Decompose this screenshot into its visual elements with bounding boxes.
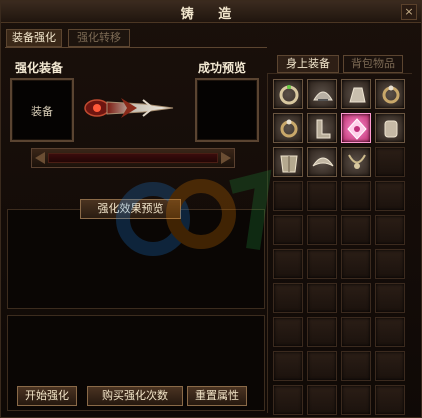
enhance-effect-panel [7,209,265,309]
bracelet-icon [279,85,299,105]
inventory-cell[interactable] [341,147,371,177]
tab-bag-items[interactable]: 背包物品 [343,55,403,73]
success-preview-label: 成功预览 [198,61,247,75]
weapon-icon [84,98,174,118]
inventory-cell[interactable] [273,215,303,245]
inventory-cell[interactable] [375,385,405,415]
boots-icon [316,119,331,139]
inventory-cell[interactable] [307,79,337,109]
enhance-progress-bar [31,148,235,168]
bracer-icon [384,120,398,138]
title-bar: 铸 造 × [1,1,421,23]
inventory-cell[interactable] [341,351,371,381]
progress-track [48,153,218,163]
tab-divider [5,47,267,48]
inventory-cell[interactable] [273,113,303,143]
armor-icon [280,155,298,173]
tab-worn-equipment[interactable]: 身上装备 [277,55,339,73]
inventory-cell[interactable] [341,79,371,109]
inventory-cell[interactable] [307,317,337,347]
necklace-icon [348,154,366,169]
inventory-cell[interactable] [307,283,337,313]
inventory-cell[interactable] [375,283,405,313]
forge-window: 铸 造 × 装备强化 强化转移 强化装备 成功预览 装备 强化效果预览 开始强化… [0,0,422,418]
inventory-cell[interactable] [375,113,405,143]
enhance-effect-title: 强化效果预览 [80,199,181,219]
amulet-icon [347,118,367,140]
preview-slot [195,78,259,142]
shoulder-icon [312,157,334,167]
inventory-cell[interactable] [375,351,405,381]
inventory-cell[interactable] [341,113,371,143]
window-title: 铸 造 [180,7,242,22]
ring-icon [280,119,298,138]
helmet-icon [313,91,333,101]
inventory-cell[interactable] [273,317,303,347]
start-enhance-button[interactable]: 开始强化 [17,386,77,406]
inventory-cell[interactable] [341,249,371,279]
inventory-cell[interactable] [341,283,371,313]
inventory-cell[interactable] [375,181,405,211]
tab-equipment-enhance[interactable]: 装备强化 [6,29,62,47]
inventory-cell[interactable] [273,147,303,177]
ring-icon [382,85,400,104]
inventory-cell[interactable] [307,147,337,177]
inventory-cell[interactable] [273,385,303,415]
inventory-cell[interactable] [307,351,337,381]
enhance-equipment-label: 强化装备 [15,61,64,75]
inventory-cell[interactable] [375,317,405,347]
inventory-cell[interactable] [341,317,371,347]
close-button[interactable]: × [401,4,417,20]
tab-enhance-transfer[interactable]: 强化转移 [68,29,130,47]
inventory-cell[interactable] [375,147,405,177]
gauntlet-icon [349,87,366,103]
inventory-cell[interactable] [273,79,303,109]
inventory-cell[interactable] [273,283,303,313]
progress-cap-right [221,152,231,164]
buy-enhance-count-button[interactable]: 购买强化次数 [87,386,183,406]
inventory-cell[interactable] [341,215,371,245]
inventory-cell[interactable] [273,351,303,381]
inventory-cell[interactable] [273,249,303,279]
inventory-cell[interactable] [375,215,405,245]
reset-attributes-button[interactable]: 重置属性 [187,386,247,406]
inventory-cell[interactable] [341,385,371,415]
equipment-slot-label: 装备 [31,105,53,118]
inventory-cell[interactable] [307,249,337,279]
inventory-cell[interactable] [273,181,303,211]
progress-cap-left [35,152,45,164]
inventory-cell[interactable] [341,181,371,211]
inventory-cell[interactable] [307,113,337,143]
inventory-cell[interactable] [307,215,337,245]
inventory-cell[interactable] [375,249,405,279]
equipment-slot[interactable]: 装备 [10,78,74,142]
inventory-cell[interactable] [307,181,337,211]
inventory-cell[interactable] [307,385,337,415]
inventory-cell[interactable] [375,79,405,109]
